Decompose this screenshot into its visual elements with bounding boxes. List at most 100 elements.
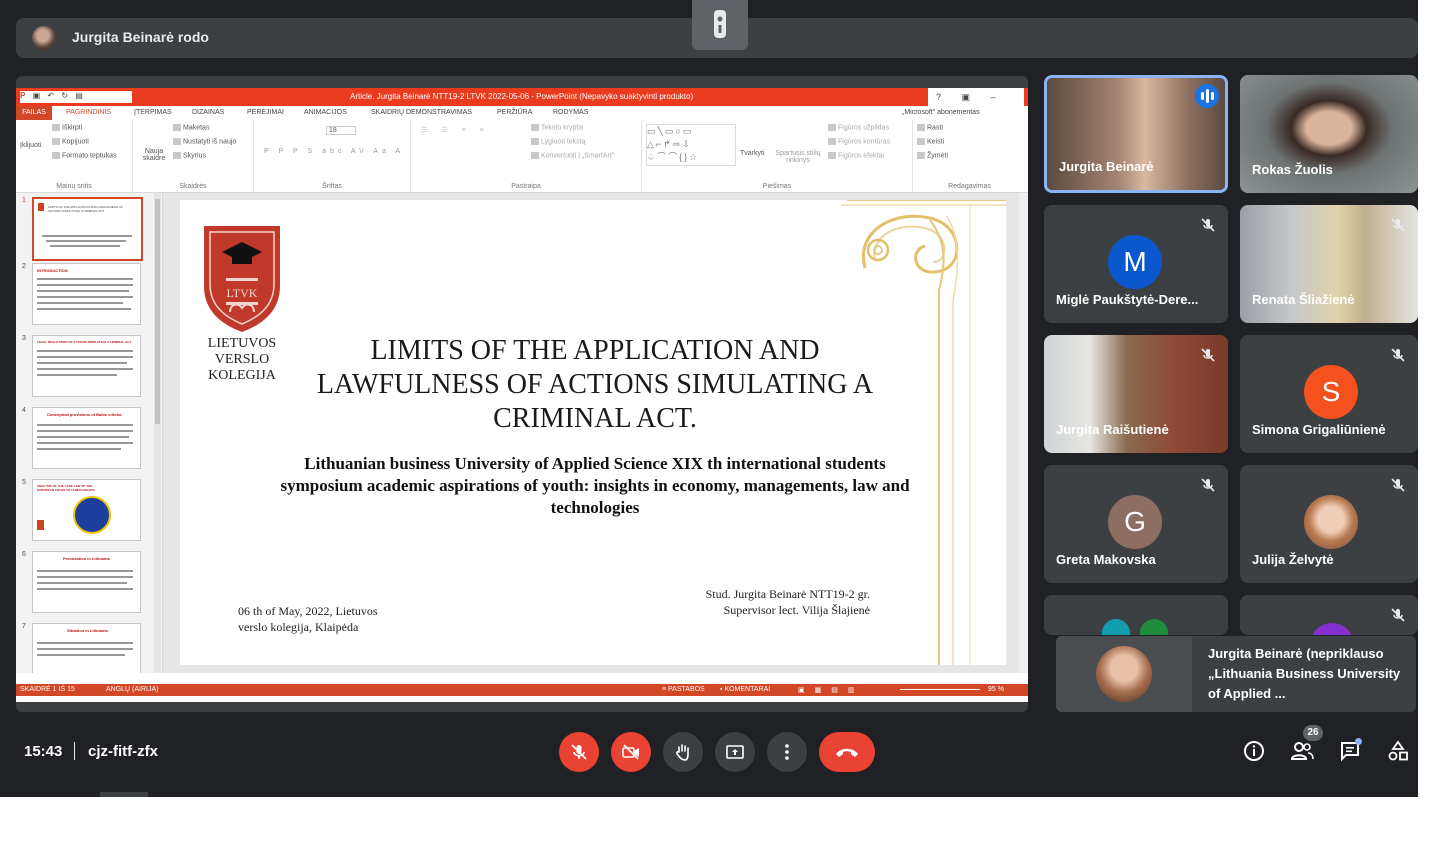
list-buttons[interactable]: ☰ ☰ ≡ ≡ [421,126,490,134]
divider [74,742,75,760]
tab-animacijos[interactable]: ANIMACIJOS [304,109,347,116]
zoom-slider[interactable] [900,689,980,690]
participant-photo [1304,495,1358,549]
quick-styles-button[interactable]: Spartusis stilių rinkinys [770,150,826,164]
slide-editor: LTVK LIETUVOS VERSLO KOLEGIJA LIMITS OF … [163,193,1028,673]
thumb-number: 7 [22,623,26,630]
slide-author[interactable]: Stud. Jurgita Beinarė NTT19-2 gr. Superv… [706,586,870,618]
new-slide-button[interactable]: Nauja skaidrė [141,148,167,162]
find-button[interactable]: Rasti [917,124,943,131]
slide-date-place[interactable]: 06 th of May, 2022, Lietuvos verslo kole… [238,603,378,635]
font-format-buttons[interactable]: P P P S abc AV Aa A [264,148,404,155]
tab-demonstravimas[interactable]: SKAIDRIŲ DEMONSTRAVIMAS [371,109,472,116]
align-text-button[interactable]: Lygiuoti tekstą [531,138,586,145]
section-button[interactable]: Skyrius [173,152,206,159]
participant-tile[interactable]: G Greta Makovska [1044,465,1228,583]
slide-thumbnail[interactable]: LIMITS OF THE APPLICATION AND LAWFULNESS… [32,197,143,261]
slide[interactable]: LTVK LIETUVOS VERSLO KOLEGIJA LIMITS OF … [180,200,1006,665]
cursor-icon [917,152,925,159]
select-button[interactable]: Žymėti [917,152,948,159]
participant-tile[interactable]: Rokas Žuolis [1240,75,1418,193]
raise-hand-button[interactable] [663,732,703,772]
comments-button[interactable]: ▪ KOMENTARAI [720,686,770,693]
participant-tile-partial[interactable] [1044,595,1228,635]
language-indicator[interactable]: ANGLŲ (AIRIJA) [106,686,159,693]
meet-window: Jurgita Beinarė rodo P ▣ ↶ ↻ ▤ Article. … [0,0,1418,797]
tab-perziura[interactable]: PERŽIŪRA [497,109,532,116]
activities-icon[interactable] [1387,740,1409,762]
format-painter-button[interactable]: Formato teptukas [52,152,116,159]
people-icon[interactable] [1290,740,1314,762]
layout-button[interactable]: Maketas [173,124,209,131]
redo-icon[interactable]: ↻ [61,91,68,100]
text-direction-button[interactable]: Teksto kryptis [531,124,583,131]
present-button[interactable] [715,732,755,772]
tab-pagrindinis[interactable]: PAGRINDINIS [66,109,111,116]
mic-off-icon [1201,348,1215,362]
slide-thumbnail[interactable]: Provocation in Lithuania [32,551,141,613]
pin-toolbar-handle[interactable] [692,0,748,50]
shape-effects-button[interactable]: Figūros efektai [828,152,884,159]
thumb-line [37,570,133,572]
arrange-button[interactable]: Tvarkyti [740,150,765,157]
scroll-thumb[interactable] [155,199,160,424]
smartart-button[interactable]: Konvertuoti į „SmartArt" [531,152,614,159]
slide-thumbnail[interactable]: Conceptual provisions of Baltic criteria [32,407,141,469]
thumb-line [37,284,133,286]
thumbnails-scrollbar[interactable] [154,193,161,673]
self-view[interactable]: Jurgita Beinarė (nepriklauso „Lithuania … [1056,636,1416,712]
slide-subtitle[interactable]: Lithuanian business University of Applie… [280,453,910,519]
reset-button[interactable]: Nustatyti iš naujo [173,138,236,145]
participant-tile-partial[interactable] [1240,595,1418,635]
zoom-level[interactable]: 95 % [988,686,1004,693]
outline-icon [828,138,836,145]
copy-button[interactable]: Kopijuoti [52,138,89,145]
shapes-gallery[interactable]: ▭╲▭○▭ △⌐↱⇨⇩ ♤⌒⌒{}☆ [646,124,736,166]
camera-toggle-button[interactable] [611,732,651,772]
participant-tile[interactable]: Jurgita Beinarė [1044,75,1228,193]
participant-tile[interactable]: M Miglė Paukštytė-Dere... [1044,205,1228,323]
participant-count-badge: 26 [1303,725,1323,741]
presentation-start-icon[interactable]: ▤ [75,91,83,100]
slide-title[interactable]: LIMITS OF THE APPLICATION AND LAWFULNESS… [290,334,900,436]
view-buttons[interactable]: ▣▦▤▥ [798,686,864,694]
slide-thumbnail[interactable]: INTRODUCTION [32,263,141,325]
slide-thumbnail[interactable]: ANALYSIS OF THE CASE LAW OF THE EUROPEAN… [32,479,141,541]
slide-scrollbar[interactable] [1019,193,1028,673]
more-options-button[interactable] [767,732,807,772]
camera-off-icon [622,744,639,760]
group-label: Mainų sritis [56,183,92,190]
participant-tile[interactable]: Julija Želvytė [1240,465,1418,583]
window-controls[interactable]: ? ▣ – ▢ ✕ [928,88,1024,120]
account-label[interactable]: „Microsoft" abonementas [902,109,980,116]
participant-tile[interactable]: S Simona Grigaliūnienė [1240,335,1418,453]
participant-tile[interactable]: Jurgita Raišutienė [1044,335,1228,453]
slide-thumbnail[interactable]: Situation in Lithuania [32,623,141,673]
shape-fill-button[interactable]: Figūros užpildas [828,124,889,131]
slide-thumbnail[interactable]: LEGAL REGULATION OF ACTIONS SIMULATING A… [32,335,141,397]
tab-dizainas[interactable]: DIZAINAS [192,109,224,116]
tab-rodymas[interactable]: RODYMAS [553,109,588,116]
quick-access-toolbar[interactable]: P ▣ ↶ ↻ ▤ [20,91,132,103]
meeting-code[interactable]: cjz-fitf-zfx [88,743,158,760]
thumb-title: Provocation in Lithuania [63,556,110,561]
font-size-select[interactable]: 18 [326,126,356,135]
save-icon[interactable]: ▣ [33,91,41,100]
paste-button[interactable]: Įklijuoti [20,142,41,149]
section-icon [173,152,181,159]
meeting-info-icon[interactable] [1243,740,1265,762]
participant-tile[interactable]: Renata Šliažienė [1240,205,1418,323]
cut-button[interactable]: Iškirpti [52,124,82,131]
participant-avatar [1102,619,1130,635]
slide-counter: SKAIDRĖ 1 IŠ 15 [20,686,75,693]
shape-outline-button[interactable]: Figūros kontūras [828,138,890,145]
end-call-button[interactable] [819,732,875,772]
mic-toggle-button[interactable] [559,732,599,772]
tab-perejimai[interactable]: PERĖJIMAI [247,109,284,116]
shared-screen: P ▣ ↶ ↻ ▤ Article. Jurgita Beinarė NTT19… [16,76,1028,712]
notes-button[interactable]: ≡ PASTABOS [662,686,705,693]
tab-iterpimas[interactable]: ĮTERPIMAS [134,109,172,116]
replace-button[interactable]: Keisti [917,138,944,145]
tab-failas[interactable]: FAILAS [16,106,52,120]
undo-icon[interactable]: ↶ [47,91,54,100]
